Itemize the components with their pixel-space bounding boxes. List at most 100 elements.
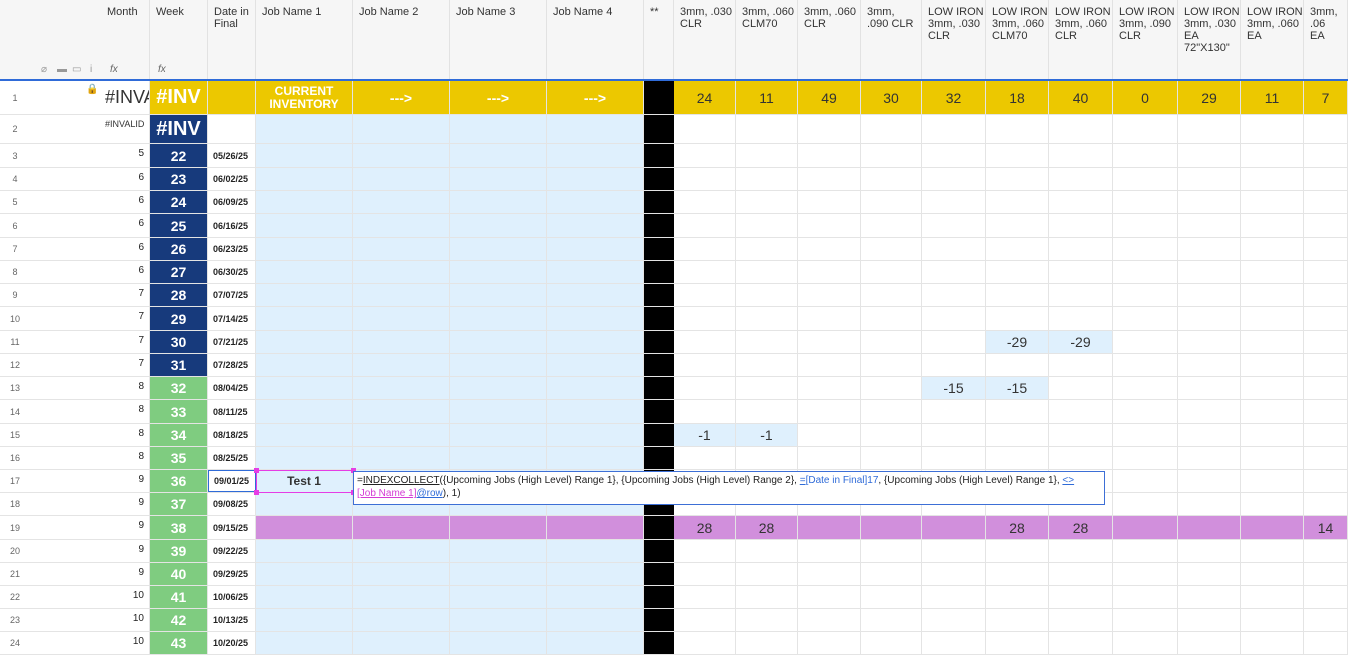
job-name-cell[interactable]: [353, 609, 450, 631]
glass-cell[interactable]: [1049, 354, 1113, 376]
glass-cell[interactable]: [798, 284, 861, 306]
glass-cell[interactable]: [798, 563, 861, 585]
job-name-cell[interactable]: [547, 354, 644, 376]
inventory-value[interactable]: 0: [1113, 81, 1178, 114]
glass-cell[interactable]: [1304, 400, 1348, 423]
header-month[interactable]: Month: [101, 0, 150, 79]
glass-cell[interactable]: [1241, 284, 1304, 306]
job-name-cell[interactable]: [547, 447, 644, 469]
job-name-cell[interactable]: [353, 284, 450, 306]
glass-cell[interactable]: [922, 284, 986, 306]
glass-cell[interactable]: [674, 563, 736, 585]
header-job-name-1[interactable]: Job Name 1: [256, 0, 353, 79]
date-in-final-cell[interactable]: 07/28/25: [208, 354, 256, 376]
week-cell[interactable]: 41: [150, 586, 208, 608]
glass-cell[interactable]: [922, 115, 986, 143]
glass-cell[interactable]: [861, 331, 922, 353]
glass-cell[interactable]: [1304, 261, 1348, 283]
row-number[interactable]: 23: [0, 609, 30, 631]
job-name-cell[interactable]: [256, 586, 353, 608]
current-inventory-label[interactable]: CURRENT INVENTORY: [256, 81, 353, 114]
glass-cell[interactable]: [986, 563, 1049, 585]
glass-cell[interactable]: [1178, 261, 1241, 283]
glass-cell[interactable]: [986, 632, 1049, 654]
week-cell[interactable]: 27: [150, 261, 208, 283]
glass-cell[interactable]: [798, 447, 861, 469]
month-cell[interactable]: 6: [101, 168, 150, 190]
glass-cell[interactable]: [1049, 540, 1113, 562]
glass-cell[interactable]: [1241, 307, 1304, 330]
inventory-value[interactable]: 11: [736, 81, 798, 114]
glass-cell[interactable]: [986, 115, 1049, 143]
attachment-icon[interactable]: ⌀: [41, 64, 47, 75]
header-glass-col[interactable]: 3mm, .060 CLM70: [736, 0, 798, 79]
glass-cell[interactable]: [1113, 307, 1178, 330]
month-cell[interactable]: 8: [101, 400, 150, 423]
glass-cell[interactable]: [1241, 354, 1304, 376]
glass-cell[interactable]: [861, 540, 922, 562]
date-in-final-cell[interactable]: 09/29/25: [208, 563, 256, 585]
glass-cell[interactable]: [1304, 447, 1348, 469]
glass-cell[interactable]: [736, 307, 798, 330]
month-cell[interactable]: 6: [101, 238, 150, 260]
glass-cell[interactable]: [1241, 586, 1304, 608]
selection-handle[interactable]: [254, 468, 259, 473]
selection-handle[interactable]: [254, 490, 259, 495]
job-name-cell[interactable]: [450, 238, 547, 260]
header-job-name-3[interactable]: Job Name 3: [450, 0, 547, 79]
inventory-value[interactable]: 40: [1049, 81, 1113, 114]
glass-cell[interactable]: [674, 609, 736, 631]
job-name-cell[interactable]: [450, 377, 547, 399]
glass-cell[interactable]: [798, 238, 861, 260]
job-name-cell[interactable]: [256, 563, 353, 585]
glass-cell[interactable]: [1113, 516, 1178, 539]
glass-cell[interactable]: [922, 400, 986, 423]
glass-cell[interactable]: [1113, 424, 1178, 446]
glass-cell[interactable]: [986, 284, 1049, 306]
month-cell[interactable]: 6: [101, 214, 150, 237]
glass-cell[interactable]: [1304, 191, 1348, 213]
month-cell[interactable]: 9: [101, 563, 150, 585]
row-number[interactable]: 11: [0, 331, 30, 353]
date-in-final-cell[interactable]: 10/06/25: [208, 586, 256, 608]
glass-cell[interactable]: [798, 424, 861, 446]
date-in-final-cell[interactable]: 07/14/25: [208, 307, 256, 330]
glass-cell[interactable]: [1049, 168, 1113, 190]
glass-cell[interactable]: [1241, 168, 1304, 190]
glass-cell[interactable]: [798, 354, 861, 376]
glass-cell[interactable]: [798, 331, 861, 353]
glass-cell[interactable]: [861, 238, 922, 260]
row-number[interactable]: 6: [0, 214, 30, 237]
row-number[interactable]: 1: [0, 81, 30, 114]
week-cell[interactable]: 26: [150, 238, 208, 260]
month-cell[interactable]: 9: [101, 516, 150, 539]
glass-cell[interactable]: [1178, 191, 1241, 213]
header-glass-col[interactable]: LOW IRON 3mm, .060 EA: [1241, 0, 1304, 79]
glass-cell[interactable]: [1049, 400, 1113, 423]
glass-cell[interactable]: [922, 168, 986, 190]
glass-cell[interactable]: [861, 563, 922, 585]
job-name-cell[interactable]: [353, 632, 450, 654]
glass-cell[interactable]: -29: [1049, 331, 1113, 353]
glass-cell[interactable]: [674, 400, 736, 423]
glass-cell[interactable]: [1049, 214, 1113, 237]
job-name-cell[interactable]: [450, 400, 547, 423]
job-name-cell[interactable]: [450, 144, 547, 167]
glass-cell[interactable]: [1241, 609, 1304, 631]
glass-cell[interactable]: [1113, 400, 1178, 423]
job-name-cell[interactable]: [547, 238, 644, 260]
glass-cell[interactable]: [798, 377, 861, 399]
week-cell[interactable]: 37: [150, 493, 208, 515]
job-name-cell[interactable]: [547, 632, 644, 654]
job-name-cell[interactable]: [547, 214, 644, 237]
month-cell[interactable]: 8: [101, 447, 150, 469]
glass-cell[interactable]: [1049, 144, 1113, 167]
inventory-value[interactable]: 18: [986, 81, 1049, 114]
glass-cell[interactable]: [1049, 284, 1113, 306]
week-cell[interactable]: 23: [150, 168, 208, 190]
glass-cell[interactable]: [1178, 493, 1241, 515]
job-name-cell[interactable]: [256, 191, 353, 213]
glass-cell[interactable]: [1304, 470, 1348, 492]
glass-cell[interactable]: [798, 540, 861, 562]
row-number[interactable]: 21: [0, 563, 30, 585]
